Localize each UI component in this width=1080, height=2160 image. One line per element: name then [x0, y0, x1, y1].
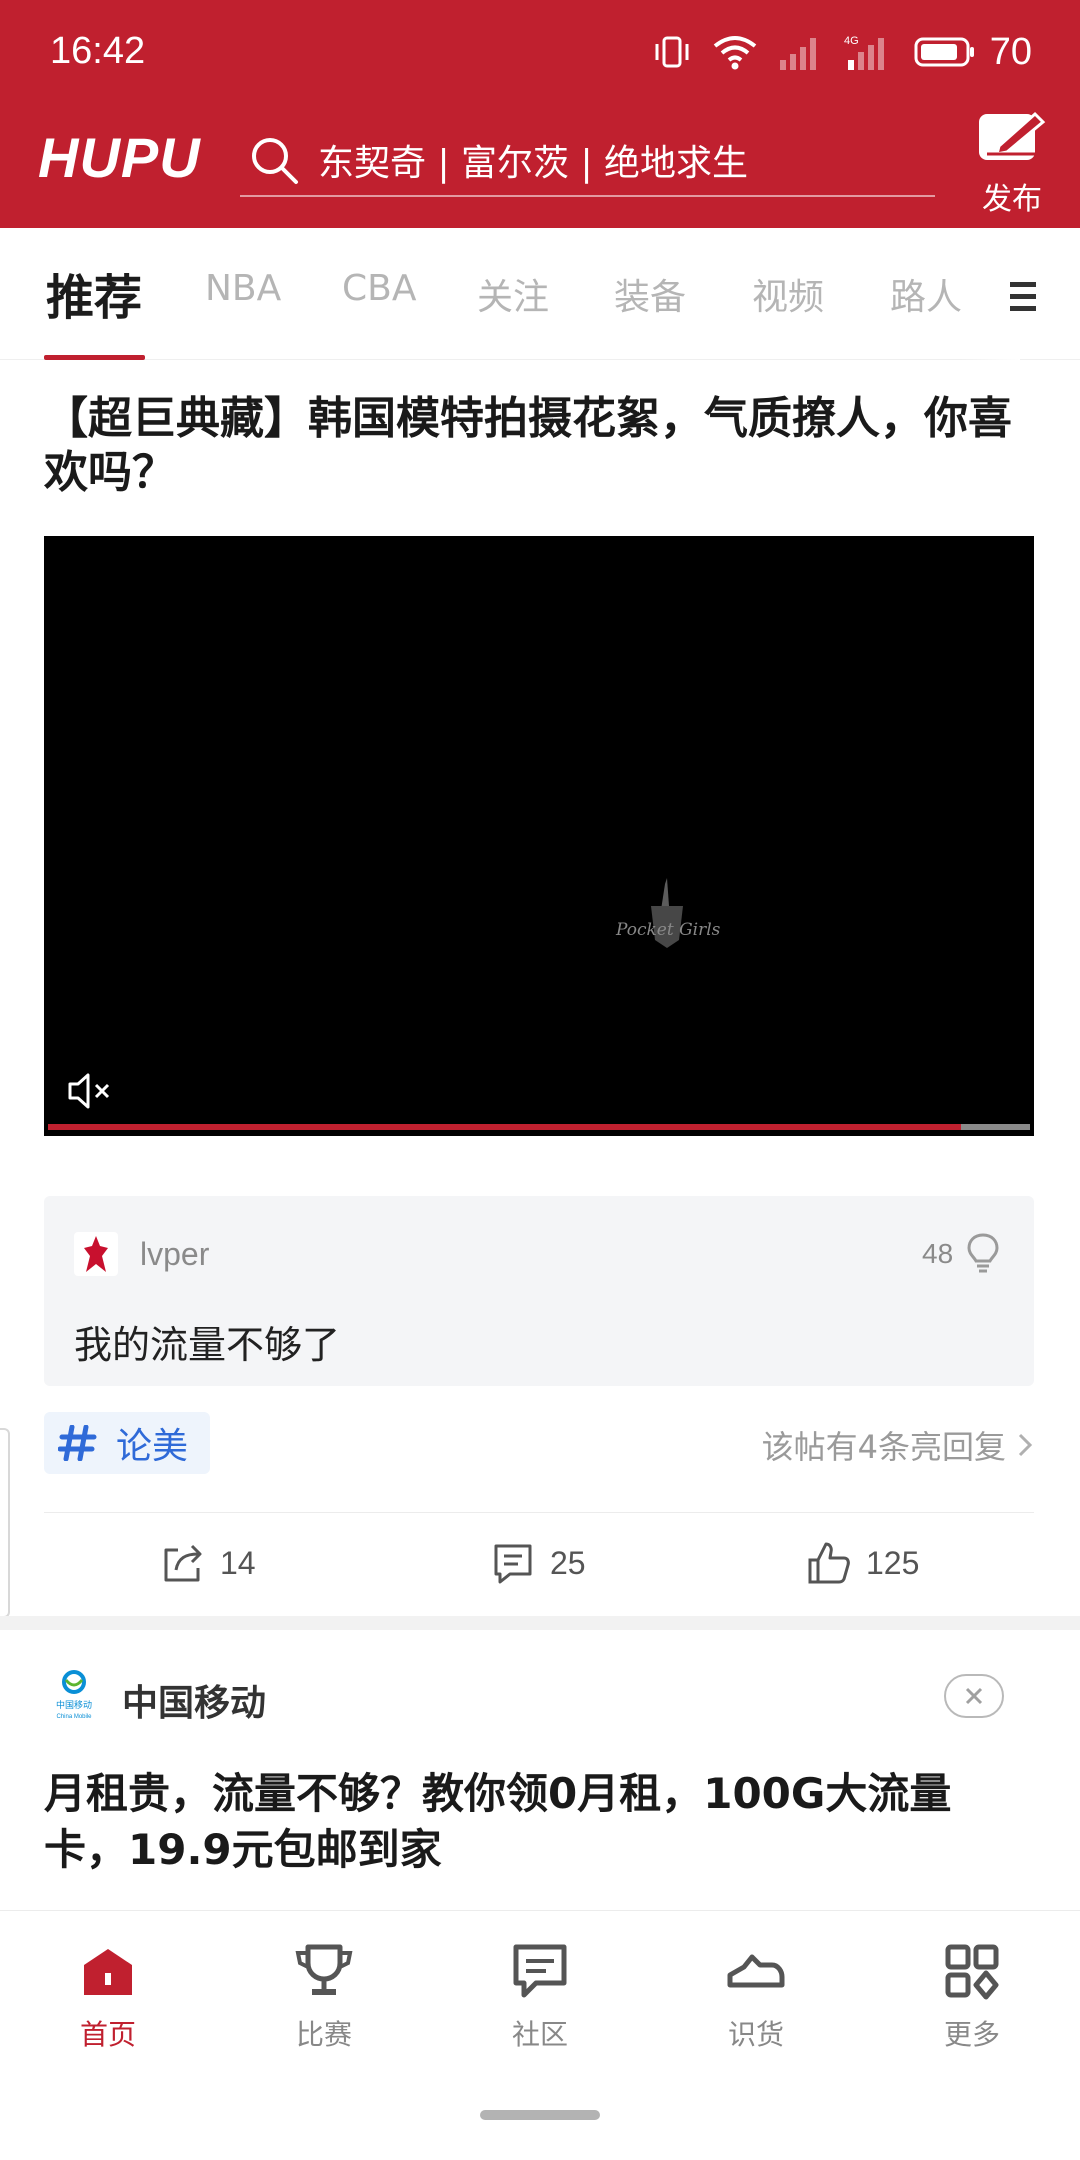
svg-text:4G: 4G [844, 35, 859, 47]
tab-passerby[interactable]: 路人 [890, 268, 962, 320]
status-icons: 4G 70 [652, 30, 1032, 74]
nav-matches[interactable]: 比赛 [264, 1941, 384, 2053]
like-button[interactable]: 125 [806, 1540, 919, 1586]
status-time: 16:42 [50, 30, 146, 72]
highlight-replies-link[interactable]: 该帖有4条亮回复 [762, 1422, 1034, 1468]
video-player[interactable]: Pocket Girls [44, 536, 1034, 1136]
nav-community-label: 社区 [511, 2018, 568, 2051]
share-icon [164, 1544, 202, 1582]
post-actions: 14 25 125 [0, 1530, 1080, 1600]
thumbs-up-icon [808, 1542, 850, 1584]
search-icon [252, 138, 298, 184]
search-placeholder: 东契奇 | 富尔茨 | 绝地求生 [318, 143, 749, 184]
nav-home-label: 首页 [79, 2018, 136, 2051]
highlight-replies-text: 该帖有4条亮回复 [761, 1428, 1006, 1466]
chat-icon [513, 1944, 567, 1998]
chevron-right-icon [1018, 1433, 1033, 1457]
tab-follow[interactable]: 关注 [477, 268, 549, 320]
wifi-icon [713, 36, 756, 70]
sneaker-icon [727, 1954, 785, 1988]
top-header: 16:42 4G 70 HUPU 东契奇 | 富尔茨 | 绝地求生 发布 [0, 0, 1080, 228]
tab-nba[interactable]: NBA [205, 268, 281, 309]
share-button[interactable]: 14 [160, 1540, 256, 1586]
battery-level: 70 [989, 30, 1032, 73]
signal-weak-icon [779, 38, 816, 70]
video-progress-bar[interactable] [48, 1124, 1030, 1130]
comment-count: 25 [550, 1544, 586, 1581]
vibrate-icon [655, 36, 689, 68]
publish-label: 发布 [982, 182, 1042, 217]
nav-more[interactable]: 更多 [912, 1941, 1032, 2053]
ad-close-button[interactable] [944, 1674, 1004, 1718]
tab-cba[interactable]: CBA [342, 268, 416, 309]
more-grid-icon [945, 1944, 999, 2000]
nav-matches-label: 比赛 [295, 2018, 352, 2051]
comment-icon [494, 1544, 532, 1584]
share-count: 14 [220, 1544, 256, 1581]
bottom-navigation: 首页 比赛 社区 识货 更多 [0, 1910, 1080, 2160]
channel-tabs: 推荐 NBA CBA 关注 装备 视频 路人 [0, 228, 1080, 360]
china-mobile-logo-icon: 中国移动 China Mobile [56, 1670, 92, 1720]
ad-title[interactable]: 月租贵，流量不够？教你领0月租，100G大流量卡，19.9元包邮到家 [44, 1766, 1034, 1878]
feed-separator [0, 1616, 1080, 1630]
home-indicator[interactable] [480, 2110, 600, 2120]
signal-4g-icon: 4G [844, 35, 884, 70]
mute-icon[interactable] [66, 1069, 114, 1113]
battery-icon [914, 37, 974, 67]
video-progress-fill [48, 1124, 962, 1130]
nav-home[interactable]: 首页 [48, 1941, 168, 2053]
divider [44, 1512, 1034, 1513]
hupu-logo[interactable]: HUPU [38, 125, 201, 190]
comment-button[interactable]: 25 [490, 1540, 586, 1586]
publish-edit-icon [979, 111, 1046, 160]
post-title[interactable]: 【超巨典藏】韩国模特拍摄花絮，气质撩人，你喜欢吗？ [44, 392, 1039, 500]
comment-text: 我的流量不够了 [74, 1323, 341, 1367]
topic-tag[interactable]: 论美 [44, 1412, 210, 1474]
comment-username[interactable]: lvper [140, 1236, 209, 1273]
nav-shihuo[interactable]: 识货 [696, 1941, 816, 2053]
topic-hash-icon [58, 1425, 97, 1461]
svg-text:China Mobile: China Mobile [56, 1714, 92, 1720]
status-bar: 16:42 4G 70 [0, 0, 1080, 100]
search-bar[interactable]: 东契奇 | 富尔茨 | 绝地求生 [240, 125, 935, 197]
nav-more-label: 更多 [943, 2018, 1000, 2051]
liverbird-avatar-icon [84, 1236, 108, 1272]
ad-advertiser-name[interactable]: 中国移动 [122, 1674, 266, 1726]
active-tab-indicator [44, 355, 145, 360]
tab-video[interactable]: 视频 [752, 268, 824, 320]
svg-text:中国移动: 中国移动 [56, 1699, 92, 1711]
home-icon [84, 1949, 132, 1995]
like-count: 125 [866, 1544, 920, 1581]
top-comment-card[interactable]: lvper 48 我的流量不够了 [44, 1196, 1034, 1386]
trophy-icon [295, 1944, 353, 1995]
tab-recommend[interactable]: 推荐 [46, 258, 142, 328]
tab-gear[interactable]: 装备 [614, 268, 686, 320]
avatar[interactable] [74, 1232, 118, 1276]
nav-shihuo-label: 识货 [727, 2018, 784, 2051]
topic-label: 论美 [116, 1426, 189, 1467]
close-icon [965, 1687, 983, 1705]
tab-menu-icon[interactable] [1008, 280, 1038, 314]
video-watermark-text: Pocket Girls [616, 920, 721, 940]
nav-community[interactable]: 社区 [480, 1941, 600, 2053]
publish-button[interactable]: 发布 [972, 110, 1052, 218]
lightbulb-icon[interactable] [966, 1232, 1000, 1274]
pocket-girls-watermark-icon [651, 878, 683, 948]
comment-like-count: 48 [922, 1238, 954, 1269]
